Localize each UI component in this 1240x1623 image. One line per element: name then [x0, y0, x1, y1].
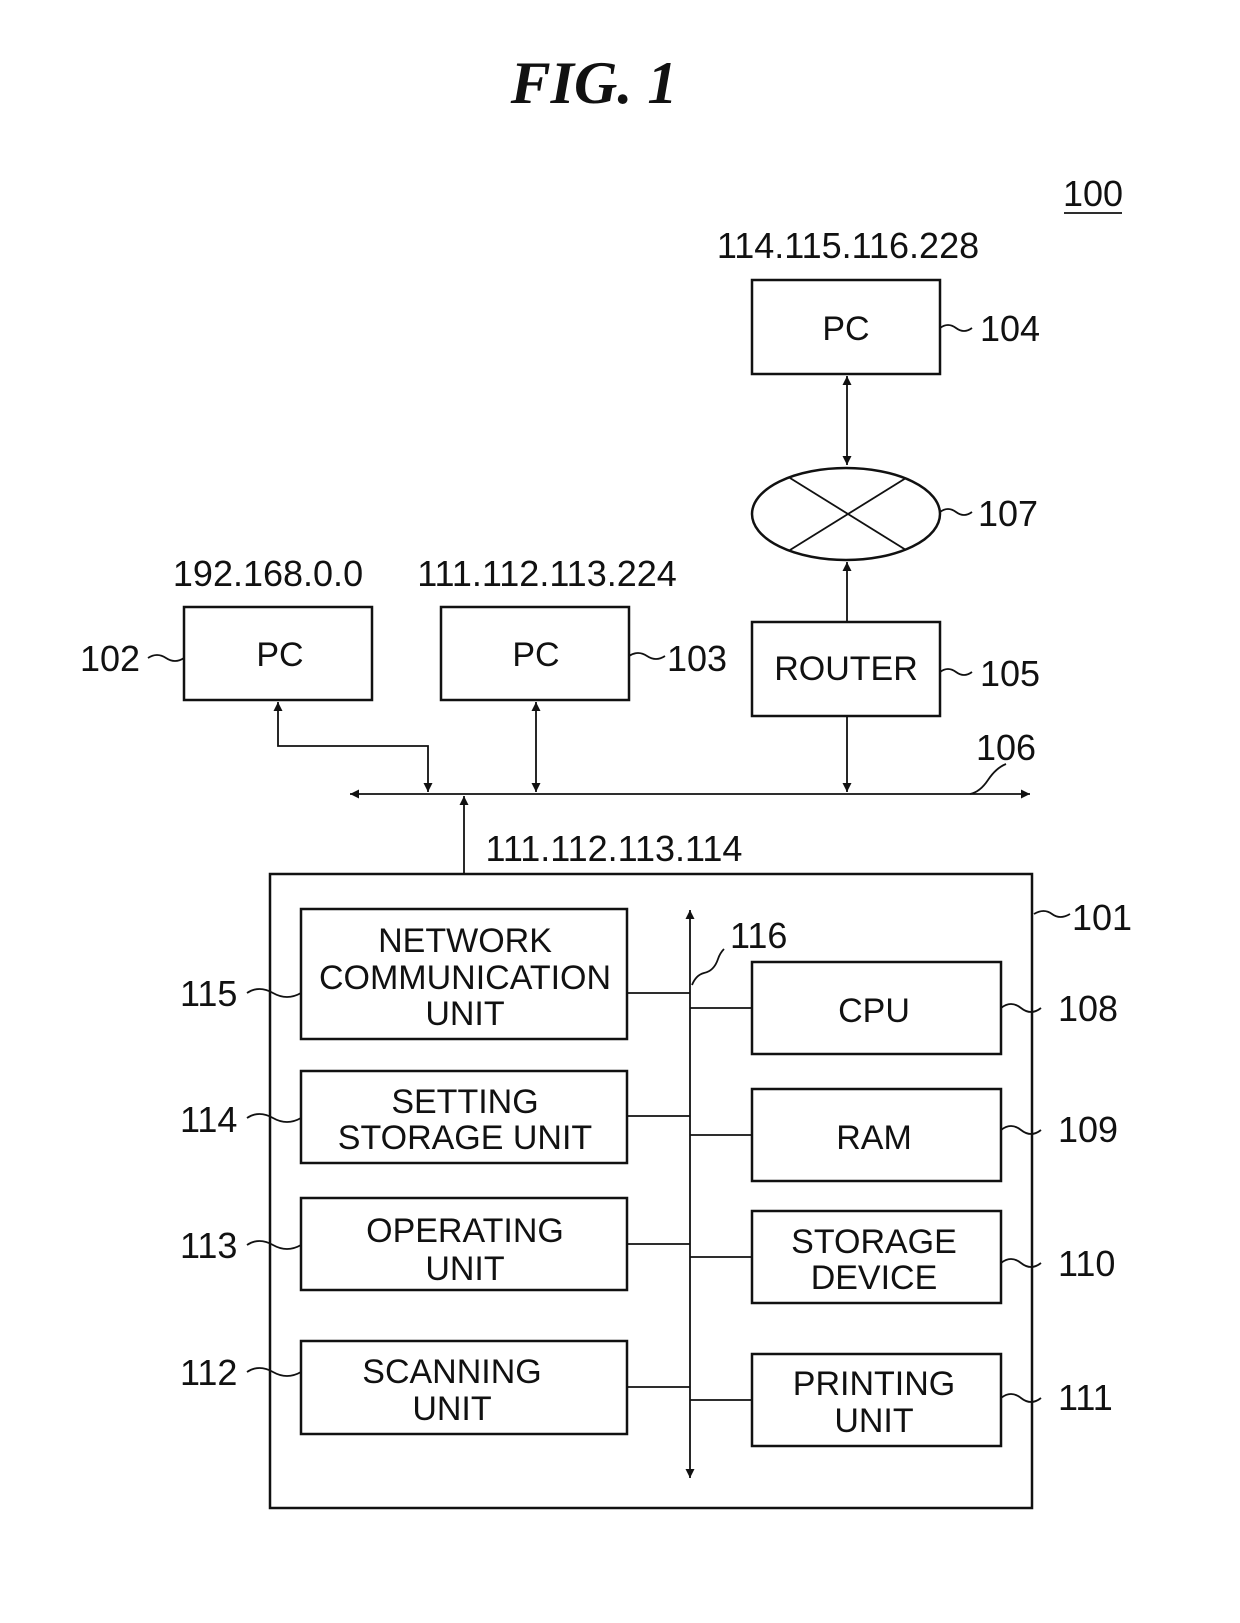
unit-line: NETWORK [378, 922, 552, 960]
pc104-ref: 104 [980, 308, 1040, 349]
internal-bus-ref: 116 [730, 915, 787, 956]
ou-ref: 113 [180, 1225, 237, 1266]
pc103-leader [628, 652, 666, 660]
internet-cloud [750, 466, 942, 562]
unit-line: SCANNING [362, 1353, 541, 1391]
unit-line: UNIT [425, 1250, 504, 1288]
unit-line: UNIT [412, 1390, 491, 1428]
unit-line: UNIT [834, 1402, 913, 1440]
su-ref: 112 [180, 1352, 237, 1393]
storage-device-unit: STORAGE DEVICE [750, 1209, 1003, 1305]
pc104-leader [939, 324, 973, 332]
router-label: ROUTER [774, 650, 918, 688]
pc103-label: PC [512, 636, 559, 674]
cpu-unit: CPU [750, 960, 1003, 1056]
device-ip: 111.112.113.114 [486, 828, 743, 869]
device-ref: 101 [1072, 897, 1132, 938]
internet-ref: 107 [978, 493, 1038, 534]
cpu-ref: 108 [1058, 988, 1118, 1029]
scanning-unit: SCANNING UNIT [299, 1339, 629, 1436]
pc102-ref: 102 [80, 638, 140, 679]
router-node: ROUTER [750, 620, 942, 718]
pc104-ip: 114.115.116.228 [717, 225, 979, 266]
patent-figure: FIG. 1 100 114.115.116.228 PC 104 107 19… [80, 50, 1132, 1510]
ssu-ref: 114 [180, 1099, 237, 1140]
unit-line: RAM [836, 1119, 912, 1157]
lan-bus-ref: 106 [976, 727, 1036, 768]
operating-unit: OPERATING UNIT [299, 1196, 629, 1292]
unit-line: SETTING [391, 1083, 538, 1121]
pc104-node: PC [750, 278, 942, 376]
network-communication-unit: NETWORK COMMUNICATION UNIT [299, 907, 629, 1041]
system-ref-label: 100 [1063, 173, 1123, 214]
figure-title: FIG. 1 [510, 50, 678, 116]
ram-ref: 109 [1058, 1109, 1118, 1150]
pc104-label: PC [822, 310, 869, 348]
device-leader [1033, 910, 1071, 918]
pc103-ip: 111.112.113.224 [417, 553, 677, 594]
router-ref: 105 [980, 653, 1040, 694]
lan-bus-leader [969, 763, 1007, 795]
unit-line: STORAGE [791, 1223, 957, 1261]
ram-unit: RAM [750, 1087, 1003, 1183]
pc102-ip: 192.168.0.0 [173, 553, 363, 594]
unit-line: CPU [838, 992, 910, 1030]
pc103-node: PC [439, 605, 631, 702]
printing-ref: 111 [1058, 1377, 1113, 1418]
pc102-node: PC [182, 605, 374, 702]
unit-line: COMMUNICATION [319, 959, 611, 997]
unit-line: UNIT [425, 995, 504, 1033]
router-leader [939, 668, 973, 676]
unit-line: PRINTING [793, 1365, 955, 1403]
pc103-ref: 103 [667, 638, 727, 679]
ncu-ref: 115 [180, 973, 237, 1014]
setting-storage-unit: SETTING STORAGE UNIT [299, 1069, 629, 1165]
unit-line: OPERATING [366, 1212, 564, 1250]
unit-line: STORAGE UNIT [338, 1119, 592, 1157]
pc102-leader [147, 654, 185, 662]
pc102-bus-link [273, 702, 433, 792]
internet-leader [939, 508, 973, 516]
pc102-label: PC [256, 636, 303, 674]
printing-unit: PRINTING UNIT [750, 1352, 1003, 1448]
unit-line: DEVICE [811, 1259, 938, 1297]
storage-ref: 110 [1058, 1243, 1115, 1284]
